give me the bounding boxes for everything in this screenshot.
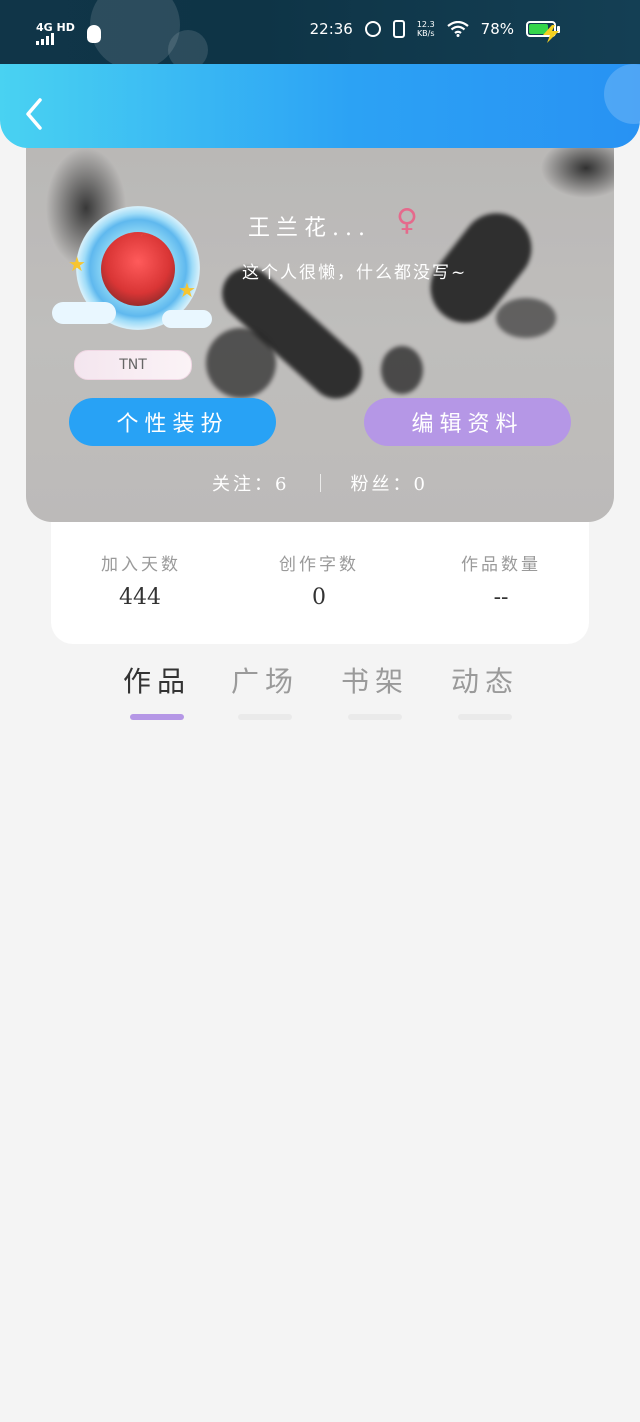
clock-time: 22:36 bbox=[309, 20, 353, 38]
cloud-icon bbox=[52, 302, 116, 324]
avatar[interactable]: ★ ★ bbox=[52, 184, 212, 334]
alarm-icon bbox=[364, 21, 381, 37]
cloud-icon bbox=[162, 310, 212, 328]
tab-label: 作品 bbox=[122, 665, 191, 698]
following-label: 关注： bbox=[212, 474, 276, 495]
star-icon: ★ bbox=[178, 278, 196, 302]
status-right: 22:36 12.3 KB/s 78% bbox=[310, 20, 560, 38]
signal-indicator: 4G HD bbox=[36, 22, 75, 45]
followers-link[interactable]: 粉丝：0 bbox=[351, 470, 428, 496]
user-badge: TNT bbox=[74, 350, 192, 380]
tab-indicator bbox=[238, 714, 292, 720]
stat-works-count: 作品数量 -- bbox=[431, 550, 571, 610]
follow-stats: 关注：6 粉丝：0 bbox=[26, 470, 614, 496]
user-bio: 这个人很懒，什么都没写~ bbox=[242, 263, 468, 283]
battery-percent: 78% bbox=[480, 20, 514, 38]
tab-indicator bbox=[130, 714, 184, 720]
customize-button[interactable]: 个性装扮 bbox=[69, 398, 276, 446]
stat-label: 创作字数 bbox=[279, 555, 359, 575]
tab-activity[interactable]: 动态 bbox=[440, 660, 530, 720]
followers-label: 粉丝： bbox=[350, 474, 414, 495]
tab-label: 书架 bbox=[340, 665, 409, 698]
stat-value: 0 bbox=[312, 585, 326, 610]
stat-join-days: 加入天数 444 bbox=[71, 550, 211, 610]
tab-bookshelf[interactable]: 书架 bbox=[330, 660, 420, 720]
stats-panel: 加入天数 444 创作字数 0 作品数量 -- bbox=[51, 522, 589, 644]
top-header bbox=[0, 64, 640, 148]
divider bbox=[319, 474, 321, 492]
tab-works[interactable]: 作品 bbox=[112, 660, 202, 720]
network-type: 4G HD bbox=[36, 21, 75, 34]
followers-count: 0 bbox=[413, 474, 428, 495]
tab-indicator bbox=[348, 714, 402, 720]
female-icon: ♀ bbox=[396, 203, 418, 238]
star-icon: ★ bbox=[68, 252, 86, 276]
following-count: 6 bbox=[275, 474, 290, 495]
stat-value: 444 bbox=[119, 585, 161, 610]
tab-label: 广场 bbox=[230, 665, 299, 698]
edit-profile-button[interactable]: 编辑资料 bbox=[364, 398, 571, 446]
moon-icon bbox=[111, 190, 156, 236]
network-speed: 12.3 KB/s bbox=[417, 20, 435, 38]
tab-indicator bbox=[458, 714, 512, 720]
following-link[interactable]: 关注：6 bbox=[212, 470, 289, 496]
stat-label: 加入天数 bbox=[101, 555, 181, 575]
decor-bubble bbox=[604, 64, 640, 124]
tab-plaza[interactable]: 广场 bbox=[220, 660, 310, 720]
content-tabs: 作品 广场 书架 动态 bbox=[0, 660, 640, 730]
profile-card: ★ ★ TNT 王兰花... ♀ 这个人很懒，什么都没写~ 个性装扮 编辑资料 … bbox=[26, 148, 614, 522]
charging-icon bbox=[543, 25, 559, 43]
status-bar: 4G HD 22:36 12.3 KB/s 78% bbox=[0, 0, 640, 70]
vibrate-icon bbox=[392, 20, 405, 38]
speed-value: 12.3 bbox=[416, 20, 435, 29]
qq-icon bbox=[86, 24, 101, 43]
wifi-icon bbox=[446, 21, 469, 37]
stat-value: -- bbox=[493, 585, 509, 610]
username: 王兰花... bbox=[248, 216, 371, 241]
stat-word-count: 创作字数 0 bbox=[249, 550, 389, 610]
signal-bars-icon bbox=[36, 33, 75, 45]
status-left: 4G HD bbox=[36, 22, 101, 45]
chevron-left-icon[interactable] bbox=[22, 96, 46, 132]
stat-label: 作品数量 bbox=[461, 555, 541, 575]
decor-bubble bbox=[90, 0, 180, 70]
speed-unit: KB/s bbox=[416, 29, 435, 38]
tab-label: 动态 bbox=[450, 665, 519, 698]
